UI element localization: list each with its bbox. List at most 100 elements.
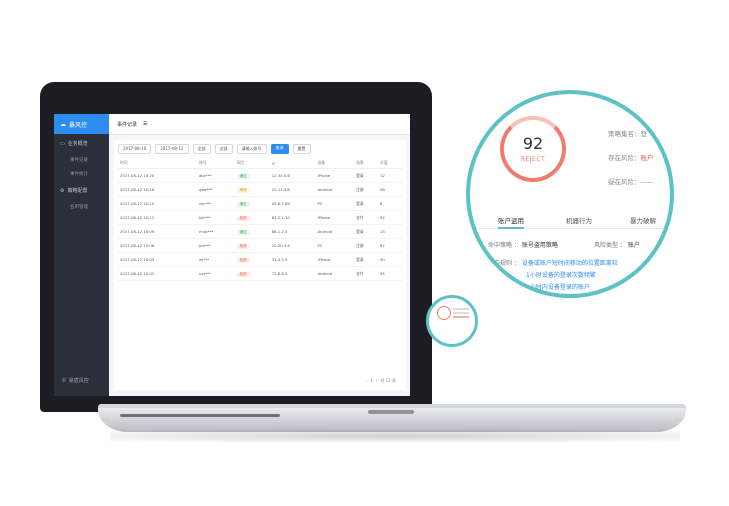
scene-select[interactable]: 全部 xyxy=(192,144,211,154)
table-cell: 15 xyxy=(378,224,402,239)
mini-detail-lines xyxy=(453,308,469,310)
rule-row: 中规则 ： 设备或账户短时间移动的位置距离较 xyxy=(494,260,618,267)
table-cell: 63.2.1.10 xyxy=(269,210,316,225)
main-content: 2017-08-10 2017-08-12 全部 全部 请输入账号 查询 重置 … xyxy=(114,140,406,390)
menu-icon[interactable]: ☰ xyxy=(143,121,147,127)
table-cell: 2017-08-12 10:03 xyxy=(118,252,197,267)
risk-tag: 通过 xyxy=(236,201,250,207)
sidebar-footer: ⛨ 易盾风控 xyxy=(62,377,89,385)
risk-tag: 拒绝 xyxy=(236,215,250,221)
table-cell: 拒绝 xyxy=(234,210,270,225)
strategy-label: 策略集名： xyxy=(608,130,641,138)
sidebar-item-stats[interactable]: 事件统计 xyxy=(54,167,109,181)
sidebar-item-label: 业务概览 xyxy=(67,141,88,147)
search-button[interactable]: 查询 xyxy=(270,144,289,154)
risk-label: 存在风险： xyxy=(608,154,641,162)
table-cell: 87 xyxy=(378,238,402,253)
total-count: 共 12 条 xyxy=(380,378,396,383)
table-cell: Android xyxy=(315,182,355,197)
tab-bot-behavior[interactable]: 机器行为 xyxy=(566,215,592,225)
risk-info: 存在风险：账户 xyxy=(608,152,654,162)
risk-score: 92 xyxy=(522,134,544,153)
tab-account-theft[interactable]: 账户盗用 xyxy=(498,215,524,229)
current-page[interactable]: 1 xyxy=(370,378,373,384)
risk-tag: 拒绝 xyxy=(236,271,250,277)
table-cell: 12 xyxy=(378,168,402,183)
sidebar-item-label: 事件记录 xyxy=(70,158,88,163)
table-row[interactable]: 2017-08-12 10:09 mnb*** 通过 88.1.2.3 Android 登… xyxy=(118,224,402,239)
monitor-icon: ▭ xyxy=(60,140,65,147)
sidebar-item-strategy[interactable]: ⚙ 策略配置 xyxy=(54,181,109,200)
table-cell: 10.20.3.4 xyxy=(269,238,316,253)
next-page-button[interactable]: › xyxy=(376,378,378,384)
hit-value: 账号盗用策略 xyxy=(521,242,558,249)
risk-tag: 审核 xyxy=(236,187,250,193)
table-cell: Android xyxy=(315,266,355,281)
sidebar-item-records[interactable]: 事件记录 xyxy=(54,153,109,167)
table-cell: 支付 xyxy=(354,210,379,225)
table-cell: 通过 xyxy=(234,196,270,211)
sidebar-item-overview[interactable]: ▭ 业务概览 xyxy=(54,134,109,153)
table-cell: 拒绝 xyxy=(234,266,270,281)
tab-brute-force[interactable]: 暴力破解 xyxy=(630,215,656,225)
table-cell: 拒绝 xyxy=(234,252,270,267)
table-cell: Android xyxy=(315,224,355,239)
start-date-field[interactable]: 2017-08-10 xyxy=(118,144,152,154)
table-cell: qwe*** xyxy=(196,182,235,197)
rule-item[interactable]: 1小时设备的登录次数频繁 xyxy=(526,270,596,279)
table-cell: 8 xyxy=(378,196,402,211)
topbar: 事件记录 ☰ xyxy=(109,114,410,135)
reset-button[interactable]: 重置 xyxy=(292,144,311,154)
end-date-field[interactable]: 2017-08-12 xyxy=(155,144,189,154)
column-header: 分值 xyxy=(378,158,402,169)
table-cell: 2017-08-12 10:01 xyxy=(118,266,197,281)
risk-type-row: 风险类型 ： 账户 xyxy=(594,242,640,249)
table-row[interactable]: 2017-08-12 10:12 hjk*** 拒绝 63.2.1.10 iPhone 支… xyxy=(118,210,402,225)
footer-brand: 易盾风控 xyxy=(68,378,89,384)
result-select[interactable]: 全部 xyxy=(214,144,233,154)
table-cell: 2017-08-12 10:15 xyxy=(118,196,197,211)
column-header: 风险 xyxy=(234,158,270,169)
table-row[interactable]: 2017-08-12 10:20 abc*** 通过 12.34.5.6 iPhone 登… xyxy=(118,168,402,183)
table-cell: 72.8.6.5 xyxy=(269,266,316,281)
table-cell: 2017-08-12 10:18 xyxy=(118,182,197,197)
brand: ☁ 暴风控 xyxy=(54,114,109,134)
table-row[interactable]: 2017-08-12 10:03 lkj*** 拒绝 31.4.5.9 iPhone 登录… xyxy=(118,252,402,267)
table-row[interactable]: 2017-08-12 10:06 poi*** 拒绝 10.20.3.4 PC 注册 87 xyxy=(118,238,402,253)
column-header: 时间 xyxy=(118,158,197,169)
column-header: 设备 xyxy=(315,158,355,169)
rule-item[interactable]: 设备或账户短时间移动的位置距离较 xyxy=(522,260,618,267)
table-cell: hjk*** xyxy=(196,210,235,225)
search-input[interactable]: 请输入账号 xyxy=(236,144,267,154)
laptop-screen: ☁ 暴风控 ▭ 业务概览 事件记录 事件统计 ⚙ 策略配置 名单管理 ⛨ 易盾风… xyxy=(54,114,410,396)
brand-name: 暴风控 xyxy=(69,121,88,129)
mini-score-ring xyxy=(437,306,451,320)
table-cell: 支付 xyxy=(354,266,379,281)
table-cell: 登录 xyxy=(354,252,379,267)
table-cell: 2017-08-12 10:09 xyxy=(118,224,197,239)
table-row[interactable]: 2017-08-12 10:15 zxc*** 通过 45.6.7.89 PC 登录 8 xyxy=(118,196,402,211)
table-row[interactable]: 2017-08-12 10:18 qwe*** 审核 22.11.3.8 Android… xyxy=(118,182,402,197)
table-cell: zxc*** xyxy=(196,196,235,211)
table-cell: 注册 xyxy=(354,182,379,197)
hit-label: 命中策略 xyxy=(488,242,513,249)
risk-tag: 通过 xyxy=(236,229,250,235)
table-cell: 90 xyxy=(378,252,402,267)
table-cell: 56 xyxy=(378,182,402,197)
hit-strategy-row: 命中策略 ： 账号盗用策略 xyxy=(488,242,558,249)
risk-tag: 通过 xyxy=(236,173,250,179)
table-cell: iPhone xyxy=(315,168,355,183)
table-cell: 审核 xyxy=(234,182,270,197)
filter-bar: 2017-08-10 2017-08-12 全部 全部 请输入账号 查询 重置 xyxy=(118,144,402,154)
laptop-shadow xyxy=(110,430,680,442)
prev-page-button[interactable]: ‹ xyxy=(366,378,368,384)
table-cell: lkj*** xyxy=(196,252,235,267)
sidebar-item-lists[interactable]: 名单管理 xyxy=(54,200,109,214)
table-cell: 登录 xyxy=(354,224,379,239)
table-row[interactable]: 2017-08-12 10:01 uyt*** 拒绝 72.8.6.5 Android 支… xyxy=(118,266,402,281)
table-cell: 31.4.5.9 xyxy=(269,252,316,267)
table-cell: 拒绝 xyxy=(234,238,270,253)
rule-label: 中规则 xyxy=(494,260,513,267)
rule-item[interactable]: 1小时内设备登录的账户 xyxy=(526,282,590,291)
sidebar: ☁ 暴风控 ▭ 业务概览 事件记录 事件统计 ⚙ 策略配置 名单管理 ⛨ 易盾风… xyxy=(54,114,109,396)
